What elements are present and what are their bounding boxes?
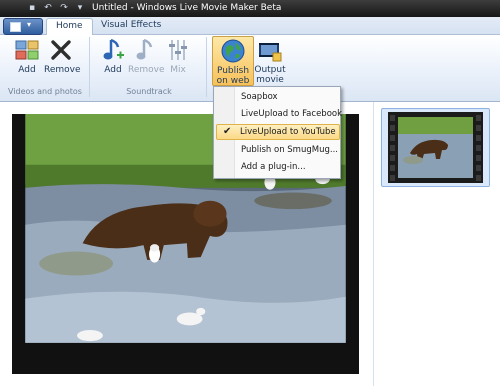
tab-home[interactable]: Home <box>46 18 93 36</box>
menu-item-label: LiveUpload to Facebook <box>241 109 343 119</box>
redo-icon[interactable]: ↷ <box>58 2 70 14</box>
application-menu-button[interactable]: ▾ <box>3 18 43 35</box>
storyboard-panel <box>373 102 500 386</box>
group-separator <box>89 37 90 97</box>
tab-visual-effects[interactable]: Visual Effects <box>92 18 170 34</box>
music-note-icon <box>100 37 126 63</box>
clip-thumbnail[interactable] <box>381 108 490 187</box>
add-videos-photos-button[interactable]: Add <box>10 37 44 75</box>
menu-item-liveupload-facebook[interactable]: LiveUpload to Facebook <box>216 106 342 122</box>
title-bar: ▪ ↶ ↷ ▾ Untitled - Windows Live Movie Ma… <box>0 0 500 17</box>
output-label-line1: Output <box>254 65 286 75</box>
window-title: Untitled - Windows Live Movie Maker Beta <box>92 3 282 13</box>
publish-on-web-button[interactable]: Publish on web ▾ <box>212 36 254 96</box>
mix-button[interactable]: Mix <box>165 37 191 75</box>
add-label: Add <box>18 65 36 75</box>
menu-item-liveupload-youtube[interactable]: ✔ LiveUpload to YouTube <box>216 124 340 140</box>
group-label-videos-photos: Videos and photos <box>8 87 82 96</box>
add-music-button[interactable]: Add <box>98 37 128 75</box>
remove-music-label: Remove <box>128 65 165 75</box>
add-media-icon <box>14 37 40 63</box>
music-note-disabled-icon <box>132 37 158 63</box>
film-output-icon <box>257 37 283 63</box>
globe-icon <box>220 38 246 64</box>
publish-label-line1: Publish <box>216 66 250 76</box>
remove-label: Remove <box>44 65 81 75</box>
ribbon-tab-row: ▾ Home Visual Effects <box>0 17 500 36</box>
menu-item-add-plugin[interactable]: Add a plug-in... <box>216 159 338 175</box>
menu-item-label: Add a plug-in... <box>241 162 306 172</box>
clip-thumbnail-image <box>388 112 483 183</box>
remove-button[interactable]: Remove <box>44 37 81 75</box>
save-icon[interactable]: ▪ <box>26 2 38 14</box>
customize-toolbar-icon[interactable]: ▾ <box>74 2 86 14</box>
publish-on-web-menu: Soapbox LiveUpload to Facebook ✔ LiveUpl… <box>213 86 342 179</box>
group-separator <box>206 37 207 97</box>
output-label-line2: movie <box>256 75 284 85</box>
menu-item-soapbox[interactable]: Soapbox <box>216 89 338 105</box>
remove-x-icon <box>48 37 74 63</box>
mix-label: Mix <box>170 65 186 75</box>
app-menu-icon <box>10 22 21 32</box>
group-label-soundtrack: Soundtrack <box>126 87 172 96</box>
add-music-label: Add <box>104 65 122 75</box>
menu-item-label: Soapbox <box>241 92 278 102</box>
menu-item-label: Publish on SmugMug... <box>241 145 338 155</box>
publish-label-line2: on web <box>216 76 250 86</box>
menu-item-label: LiveUpload to YouTube <box>240 127 336 137</box>
remove-music-button[interactable]: Remove <box>128 37 165 75</box>
menu-item-publish-smugmug[interactable]: Publish on SmugMug... <box>216 142 338 158</box>
checkmark-icon: ✔ <box>223 126 232 137</box>
mixer-sliders-icon <box>165 37 191 63</box>
chevron-down-icon: ▾ <box>27 20 32 29</box>
undo-icon[interactable]: ↶ <box>42 2 54 14</box>
